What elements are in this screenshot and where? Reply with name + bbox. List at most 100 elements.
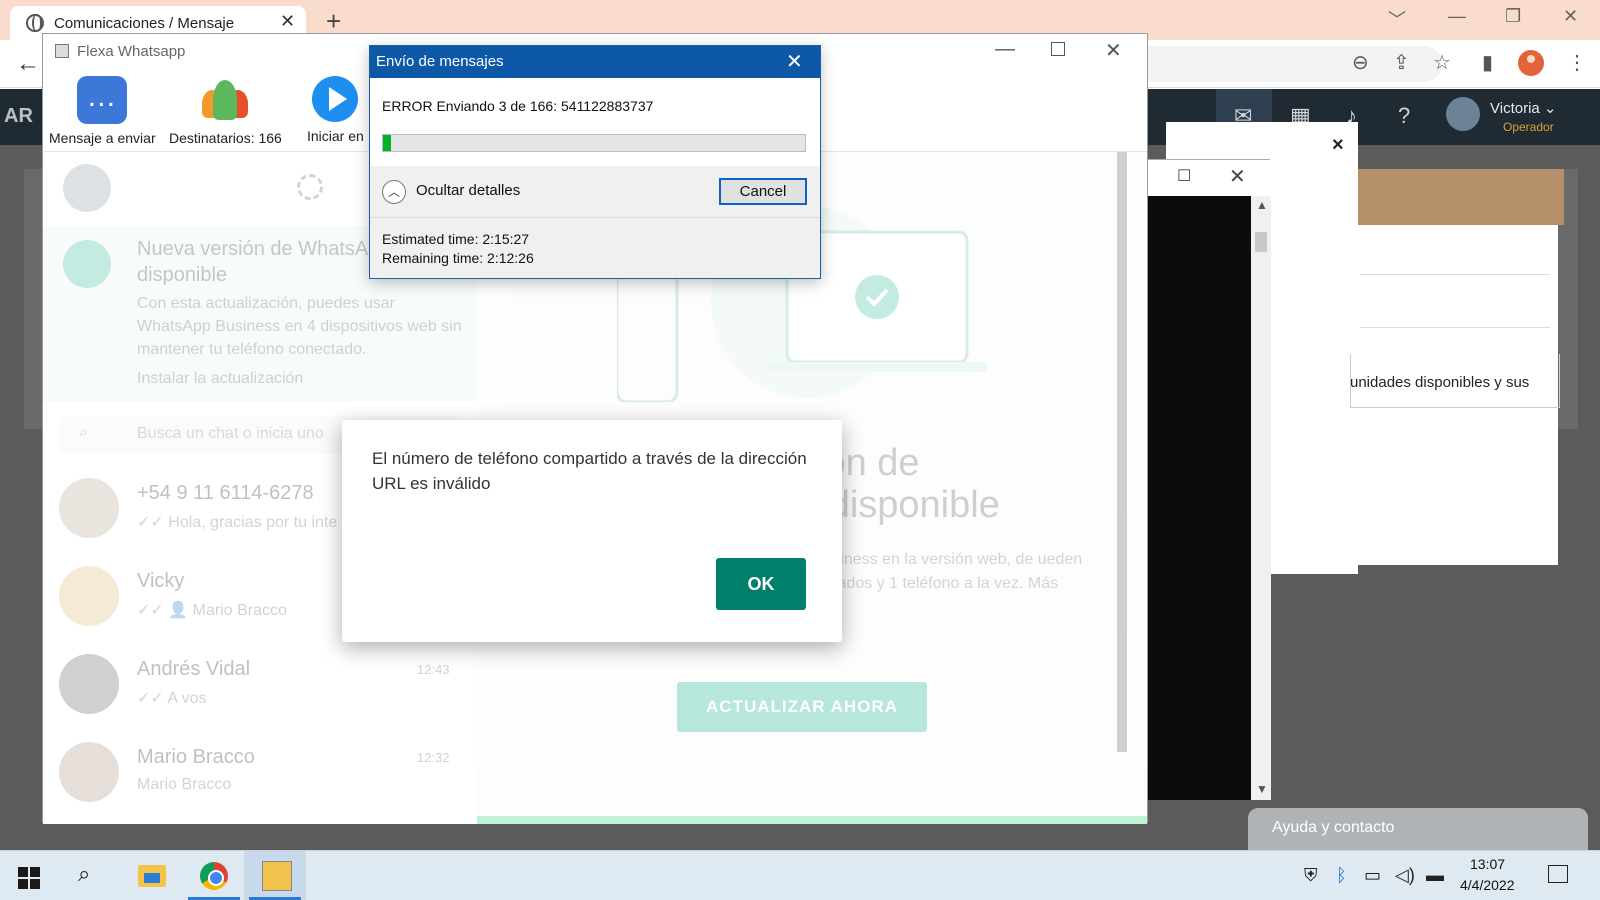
avatar (59, 742, 119, 802)
send-status-text: ERROR Enviando 3 de 166: 541122883737 (382, 98, 654, 114)
footer-bar (477, 816, 1147, 824)
chat-name: Andrés Vidal (137, 658, 251, 680)
star-icon[interactable]: ☆ (1433, 50, 1451, 75)
dialog-body: ERROR Enviando 3 de 166: 541122883737 (370, 78, 820, 166)
progress-bar-fill (383, 135, 391, 151)
chat-name: Mario Bracco (137, 746, 255, 768)
avatar (59, 566, 119, 626)
chat-list-item[interactable]: Andrés Vidal ✓✓ A vos 12:43 (43, 644, 477, 732)
help-icon[interactable]: ? (1398, 103, 1410, 129)
help-contact-bar[interactable]: Ayuda y contacto (1248, 808, 1588, 851)
avatar (59, 654, 119, 714)
ribbon-label: Destinatarios: 166 (169, 130, 282, 146)
file-explorer-icon[interactable] (138, 865, 166, 887)
window-minimize-button[interactable]: — (1448, 6, 1466, 27)
modal-close-button[interactable]: × (1332, 134, 1344, 157)
remaining-time: Remaining time: 2:12:26 (382, 250, 534, 266)
help-contact-label: Ayuda y contacto (1272, 819, 1395, 836)
menu-icon[interactable]: ⋮ (1567, 50, 1587, 75)
clock-date[interactable]: 4/4/2022 (1460, 877, 1515, 893)
chrome-icon[interactable] (200, 862, 228, 890)
scrollbar-thumb[interactable] (1255, 232, 1267, 252)
battery-icon[interactable]: ▬ (1426, 865, 1444, 886)
flexa-maximize-button[interactable] (1051, 42, 1065, 56)
modal-text: unidades disponibles y sus (1350, 374, 1530, 391)
chat-preview: ✓✓ 👤 Mario Bracco (137, 602, 287, 619)
start-sending-button[interactable]: Iniciar en (307, 76, 364, 144)
recipients-button[interactable]: Destinatarios: 166 (169, 76, 282, 146)
avatar[interactable] (63, 164, 111, 212)
update-now-button[interactable]: ACTUALIZAR AHORA (677, 682, 927, 732)
globe-icon (26, 14, 44, 32)
network-icon[interactable]: ▭ (1364, 865, 1381, 886)
chat-list-item[interactable]: Mario Bracco Mario Bracco 12:32 (43, 732, 477, 820)
status-icon[interactable] (297, 174, 323, 200)
back-button[interactable]: ← (16, 50, 40, 78)
devices-icon (63, 240, 111, 288)
shield-icon[interactable]: ⛨ (1304, 865, 1318, 886)
people-icon (200, 76, 250, 124)
flexa-close-button[interactable]: ✕ (1105, 38, 1122, 63)
flexa-app-icon[interactable] (262, 861, 292, 891)
console-window: ☐ ✕ ▲ ▼ (1146, 159, 1271, 800)
install-update-link[interactable]: Instalar la actualización (137, 370, 303, 388)
side-panel-icon[interactable]: ▮ (1482, 50, 1493, 75)
scroll-up-icon[interactable]: ▲ (1256, 198, 1268, 212)
windows-start-icon[interactable] (18, 867, 40, 889)
dialog-titlebar: Envío de mensajes ✕ (370, 46, 820, 78)
console-output (1147, 196, 1251, 800)
tab-close-button[interactable]: ✕ (280, 11, 295, 32)
zoom-icon[interactable]: ⊖ (1352, 50, 1369, 75)
ribbon-label: Iniciar en (307, 128, 364, 144)
chat-time: 12:32 (417, 750, 450, 765)
console-scrollbar[interactable]: ▲ ▼ (1251, 196, 1271, 800)
cancel-button[interactable]: Cancel (719, 178, 807, 205)
scroll-down-icon[interactable]: ▼ (1256, 782, 1268, 796)
time-estimates: Estimated time: 2:15:27 Remaining time: … (382, 230, 534, 268)
ribbon-label: Mensaje a enviar (49, 130, 156, 146)
search-placeholder: Busca un chat o inicia uno (137, 425, 324, 442)
console-titlebar: ☐ ✕ (1147, 160, 1271, 196)
console-maximize-button[interactable]: ☐ (1177, 166, 1191, 186)
windows-taskbar: ⌕ ⛨ ᛒ ▭ ◁) ▬ 13:07 4/4/2022 (0, 850, 1600, 900)
console-close-button[interactable]: ✕ (1229, 164, 1246, 189)
window-restore-button[interactable]: ❐ (1505, 6, 1521, 27)
clock-time[interactable]: 13:07 (1470, 856, 1505, 872)
update-description: Con esta actualización, puedes usar What… (137, 295, 462, 358)
dialog-title: Envío de mensajes (376, 53, 504, 70)
window-title: Flexa Whatsapp (77, 43, 186, 60)
estimated-time: Estimated time: 2:15:27 (382, 231, 530, 247)
volume-icon[interactable]: ◁) (1395, 865, 1415, 886)
error-message: El número de teléfono compartido a travé… (372, 449, 807, 493)
user-name[interactable]: Victoria ⌄ (1490, 99, 1557, 117)
scrollbar[interactable] (1117, 152, 1127, 752)
chat-preview: ✓✓ A vos (137, 690, 207, 707)
bluetooth-icon[interactable]: ᛒ (1336, 865, 1347, 886)
search-icon[interactable]: ⌕ (78, 861, 90, 887)
flexa-minimize-button[interactable]: — (995, 38, 1015, 61)
app-icon (55, 44, 69, 58)
search-icon: ⌕ (79, 424, 88, 441)
chat-time: 12:43 (417, 662, 450, 677)
chat-name: +54 9 11 6114-6278 (137, 482, 314, 504)
hide-details-toggle[interactable]: Ocultar detalles (416, 182, 520, 199)
user-role: Operador (1503, 120, 1554, 134)
send-messages-dialog: Envío de mensajes ✕ ERROR Enviando 3 de … (369, 45, 821, 279)
progress-bar (382, 134, 806, 152)
chevron-up-icon[interactable]: ︿ (382, 180, 406, 204)
chat-preview: Mario Bracco (137, 776, 232, 793)
avatar[interactable] (1446, 97, 1480, 131)
ok-button[interactable]: OK (716, 558, 806, 610)
window-close-button[interactable]: ✕ (1563, 6, 1578, 27)
tab-title: Comunicaciones / Mensaje (54, 15, 235, 32)
notification-icon[interactable] (1548, 865, 1568, 883)
tab-search-chevron-icon[interactable]: ﹀ (1388, 6, 1406, 32)
share-icon[interactable]: ⇪ (1393, 50, 1410, 75)
modal-header-bar (1358, 169, 1564, 225)
dialog-close-button[interactable]: ✕ (786, 49, 803, 74)
profile-avatar[interactable] (1518, 50, 1544, 76)
app-logo: AR (4, 105, 33, 127)
chat-preview: ✓✓ Hola, gracias por tu inte (137, 514, 338, 531)
chat-name: Vicky (137, 570, 185, 592)
message-to-send-button[interactable]: Mensaje a enviar (49, 76, 156, 146)
